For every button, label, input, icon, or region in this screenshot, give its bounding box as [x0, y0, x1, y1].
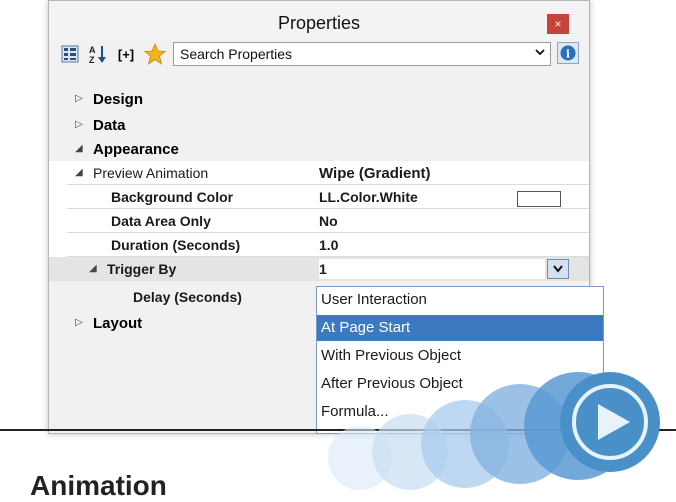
- window-title: Properties: [277, 13, 361, 33]
- dropdown-button[interactable]: [547, 259, 569, 279]
- category-data[interactable]: ▷ Data: [49, 113, 589, 137]
- sort-az-icon[interactable]: A Z: [87, 42, 109, 66]
- svg-text:Z: Z: [89, 55, 95, 64]
- property-value[interactable]: No: [319, 213, 338, 229]
- svg-text:A: A: [89, 45, 96, 55]
- chevron-down-icon[interactable]: [534, 45, 546, 62]
- category-label: Design: [93, 91, 144, 108]
- categorized-icon[interactable]: [59, 42, 81, 66]
- property-label: Data Area Only: [111, 213, 211, 229]
- category-label: Data: [93, 117, 126, 134]
- search-placeholder: Search Properties: [180, 46, 293, 62]
- search-input[interactable]: Search Properties: [173, 42, 551, 66]
- property-label: Duration (Seconds): [111, 237, 241, 253]
- category-label: Layout: [93, 315, 143, 332]
- info-icon: i: [560, 45, 576, 61]
- category-design[interactable]: ▷ Design: [49, 87, 589, 111]
- expand-arrow-icon[interactable]: ▷: [75, 119, 83, 130]
- chevron-down-icon: [553, 265, 563, 273]
- category-label: Appearance: [93, 141, 179, 158]
- title-bar: Properties ×: [49, 1, 589, 41]
- collapse-arrow-icon[interactable]: ◢: [75, 167, 83, 178]
- close-button[interactable]: ×: [547, 14, 569, 34]
- svg-text:i: i: [566, 48, 570, 61]
- property-label: Background Color: [111, 189, 234, 205]
- property-row-preview-animation[interactable]: ◢ Preview Animation Wipe (Gradient): [49, 161, 589, 185]
- property-row-trigger-by[interactable]: ◢ Trigger By 1: [49, 257, 589, 281]
- property-value[interactable]: 1.0: [319, 237, 338, 253]
- property-row-data-area-only[interactable]: Data Area Only No: [49, 209, 589, 233]
- collapse-arrow-icon[interactable]: ◢: [89, 263, 97, 274]
- toolbar: A Z [+] Search Properties i: [57, 41, 581, 67]
- animation-decoration: [328, 372, 660, 490]
- property-value[interactable]: 1: [319, 259, 545, 279]
- property-row-duration[interactable]: Duration (Seconds) 1.0: [49, 233, 589, 257]
- property-value[interactable]: LL.Color.White: [319, 189, 418, 205]
- color-swatch[interactable]: [517, 191, 561, 207]
- section-heading: Animation: [30, 470, 167, 501]
- category-appearance[interactable]: ◢ Appearance: [49, 137, 589, 161]
- info-button[interactable]: i: [557, 42, 579, 64]
- dropdown-option[interactable]: User Interaction: [317, 287, 603, 313]
- property-row-background-color[interactable]: Background Color LL.Color.White: [49, 185, 589, 209]
- property-label: Delay (Seconds): [133, 289, 242, 305]
- expand-arrow-icon[interactable]: ▷: [75, 317, 83, 328]
- favorite-star-icon[interactable]: [143, 42, 167, 66]
- property-value[interactable]: Wipe (Gradient): [319, 165, 431, 182]
- property-label: Trigger By: [107, 261, 177, 277]
- property-label: Preview Animation: [93, 165, 209, 181]
- collapse-arrow-icon[interactable]: ◢: [75, 143, 83, 154]
- formula-icon[interactable]: [+]: [113, 42, 139, 66]
- expand-arrow-icon[interactable]: ▷: [75, 93, 83, 104]
